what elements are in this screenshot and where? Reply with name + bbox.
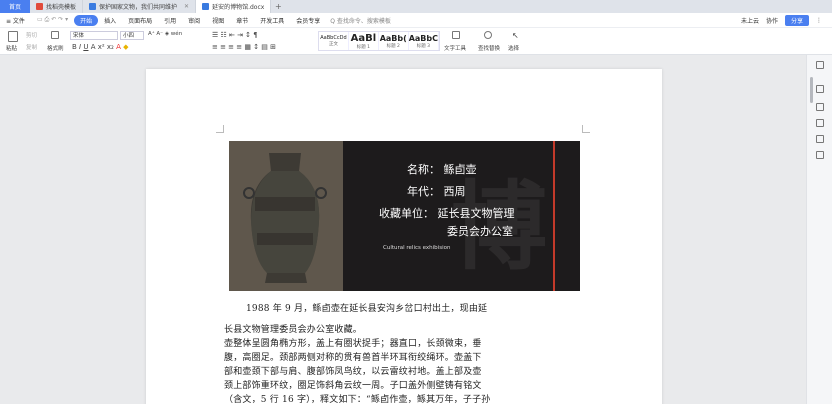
style-name: 正文 <box>328 42 338 47</box>
menu-review[interactable]: 审阅 <box>182 16 206 25</box>
style-sample: AaBl <box>350 32 377 44</box>
collaborate-button[interactable]: 协作 <box>766 16 778 25</box>
style-sample: AaBbC <box>408 33 439 43</box>
cloud-status[interactable]: 未上云 <box>741 16 759 25</box>
document-canvas[interactable]: 博 名称： 鲧卣壶 年代： 西周 收藏单位： 延长县文物管理 委员会办公室 Cu… <box>0 55 806 404</box>
style-heading-2[interactable]: AaBb( 标题 2 <box>379 32 409 50</box>
font-grow-shrink[interactable]: A⁺ A⁻ ◈ wén <box>148 31 182 37</box>
select-icon[interactable] <box>816 85 824 93</box>
style-gallery: AaBbCcDd 正文 AaBl 标题 1 AaBb( 标题 2 AaBbC 标… <box>318 31 440 51</box>
translate-icon[interactable] <box>816 151 824 159</box>
text-tool-icon[interactable] <box>452 31 460 39</box>
menu-member[interactable]: 会员专享 <box>290 16 326 25</box>
property-icon[interactable] <box>816 135 824 143</box>
tab-home[interactable]: 首页 <box>0 0 30 13</box>
tab-template[interactable]: 找稻壳模板 <box>30 0 84 13</box>
menu-insert[interactable]: 插入 <box>98 16 122 25</box>
menu-layout[interactable]: 页面布局 <box>122 16 158 25</box>
text-format-buttons[interactable]: B I U A x² x₂ A ◆ <box>72 43 128 51</box>
margin-mark <box>582 125 590 133</box>
more-icon[interactable]: ⋮ <box>816 17 822 24</box>
banner-owner-cont: 委员会办公室 <box>447 225 513 238</box>
quick-access-icons[interactable]: ▭ ⎙ ↶ ↷ ▾ <box>31 16 74 24</box>
paragraph-line[interactable]: 壶整体呈圆角椭方形，盖上有圈状捉手；器直口，长颈微束，垂 <box>224 336 482 349</box>
margin-mark <box>216 125 224 133</box>
menu-view[interactable]: 视图 <box>206 16 230 25</box>
doc-icon <box>89 3 97 10</box>
paragraph-line[interactable]: （含文，5 行 16 字），释文如下：“鲧卣作壶，鲧其万年，子子孙 <box>224 392 490 404</box>
banner-subtitle: Cultural relics exhibision <box>383 245 451 251</box>
tab-museum-doc[interactable]: 延安的博物馆.docx <box>196 0 272 13</box>
ribbon-toolbar: 粘贴 剪切 复制 格式刷 宋体 小四 A⁺ A⁻ ◈ wén B I U A x… <box>0 28 832 55</box>
menu-references[interactable]: 引用 <box>158 16 182 25</box>
style-name: 标题 2 <box>386 43 400 49</box>
bronze-vase-photo <box>229 141 343 291</box>
banner-owner: 收藏单位： 延长县文物管理 <box>379 207 515 220</box>
style-heading-1[interactable]: AaBl 标题 1 <box>349 32 379 50</box>
shape-icon[interactable] <box>816 119 824 127</box>
copy-button[interactable]: 复制 <box>26 43 37 51</box>
format-painter-icon[interactable] <box>51 31 59 39</box>
edit-icon[interactable] <box>816 103 824 111</box>
paragraph-line[interactable]: 长县文物管理委员会办公室收藏。 <box>224 322 362 335</box>
banner-era: 年代： 西周 <box>407 185 466 198</box>
select-cursor-icon[interactable]: ↖ <box>512 31 519 40</box>
style-heading-3[interactable]: AaBbC 标题 3 <box>408 32 440 50</box>
paragraph-line[interactable]: 部和壶颈下部与肩、腹部饰凤鸟纹，以云雷纹衬地。盖上部及壶 <box>224 364 482 377</box>
doc-icon <box>202 3 210 10</box>
align-buttons[interactable]: ≡ ≡ ≡ ≡ ▦ ↕ ▤ ⊞ <box>212 43 276 51</box>
style-name: 标题 1 <box>356 44 370 50</box>
select-label: 选择 <box>508 46 520 52</box>
menu-file[interactable]: ≡ 文件 <box>0 16 31 25</box>
menu-bar: ≡ 文件 ▭ ⎙ ↶ ↷ ▾ 开始 插入 页面布局 引用 审阅 视图 章节 开发… <box>0 13 832 28</box>
tab-doc-protect[interactable]: 保护国家文物，我们共同维护 ✕ <box>83 0 197 13</box>
new-tab-button[interactable]: + <box>271 0 285 13</box>
style-name: 标题 3 <box>416 43 431 49</box>
style-normal[interactable]: AaBbCcDd 正文 <box>319 32 349 50</box>
menu-developer[interactable]: 开发工具 <box>254 16 290 25</box>
menu-right-group: 未上云 协作 分享 ⋮ <box>741 14 832 26</box>
tab-label: 找稻壳模板 <box>46 4 77 11</box>
tab-label: 保护国家文物，我们共同维护 <box>99 4 178 11</box>
menu-home[interactable]: 开始 <box>74 14 99 26</box>
banner-name: 名称： 鲧卣壶 <box>407 163 477 176</box>
right-sidebar <box>806 55 832 404</box>
panel-icon[interactable] <box>816 61 824 69</box>
exhibit-banner-image: 博 名称： 鲧卣壶 年代： 西周 收藏单位： 延长县文物管理 委员会办公室 Cu… <box>229 141 580 291</box>
text-tool-label: 文字工具 <box>444 46 467 52</box>
close-icon[interactable]: ✕ <box>184 3 189 10</box>
paragraph-line[interactable]: 颈上部饰重环纹，圈足饰斜角云纹一周。子口盖外侧壁铸有铭文 <box>224 378 482 391</box>
paragraph-line[interactable]: 1988 年 9 月，鲧卣壶在延长县安沟乡岔口村出土，现由延 <box>246 301 487 314</box>
paste-icon[interactable] <box>8 31 18 42</box>
vertical-scrollbar[interactable] <box>810 77 813 103</box>
format-painter-label: 格式刷 <box>47 46 64 52</box>
red-accent-line <box>553 141 555 291</box>
template-icon <box>36 3 43 10</box>
paste-label[interactable]: 粘贴 <box>6 44 17 52</box>
cut-button[interactable]: 剪切 <box>26 31 37 39</box>
tab-bar: 首页 找稻壳模板 保护国家文物，我们共同维护 ✕ 延安的博物馆.docx + <box>0 0 832 13</box>
share-button[interactable]: 分享 <box>784 14 809 26</box>
font-name-select[interactable]: 宋体 <box>70 31 118 40</box>
find-replace-icon[interactable] <box>484 31 492 39</box>
style-sample: AaBb( <box>379 33 407 43</box>
find-replace-label: 查找替换 <box>478 46 501 52</box>
menu-section[interactable]: 章节 <box>230 16 254 25</box>
tab-label: 延安的博物馆.docx <box>212 4 265 11</box>
command-search[interactable]: Q 查找命令、搜索模板 <box>330 16 391 25</box>
document-page[interactable]: 博 名称： 鲧卣壶 年代： 西周 收藏单位： 延长县文物管理 委员会办公室 Cu… <box>146 69 662 404</box>
paragraph-line[interactable]: 腹，高圈足。颈部两侧对称的贯有兽首半环耳衔绞绳环。壶盖下 <box>224 350 482 363</box>
list-buttons[interactable]: ☰ ☷ ⇤ ⇥ ↕ ¶ <box>212 31 258 39</box>
font-size-select[interactable]: 小四 <box>120 31 144 40</box>
